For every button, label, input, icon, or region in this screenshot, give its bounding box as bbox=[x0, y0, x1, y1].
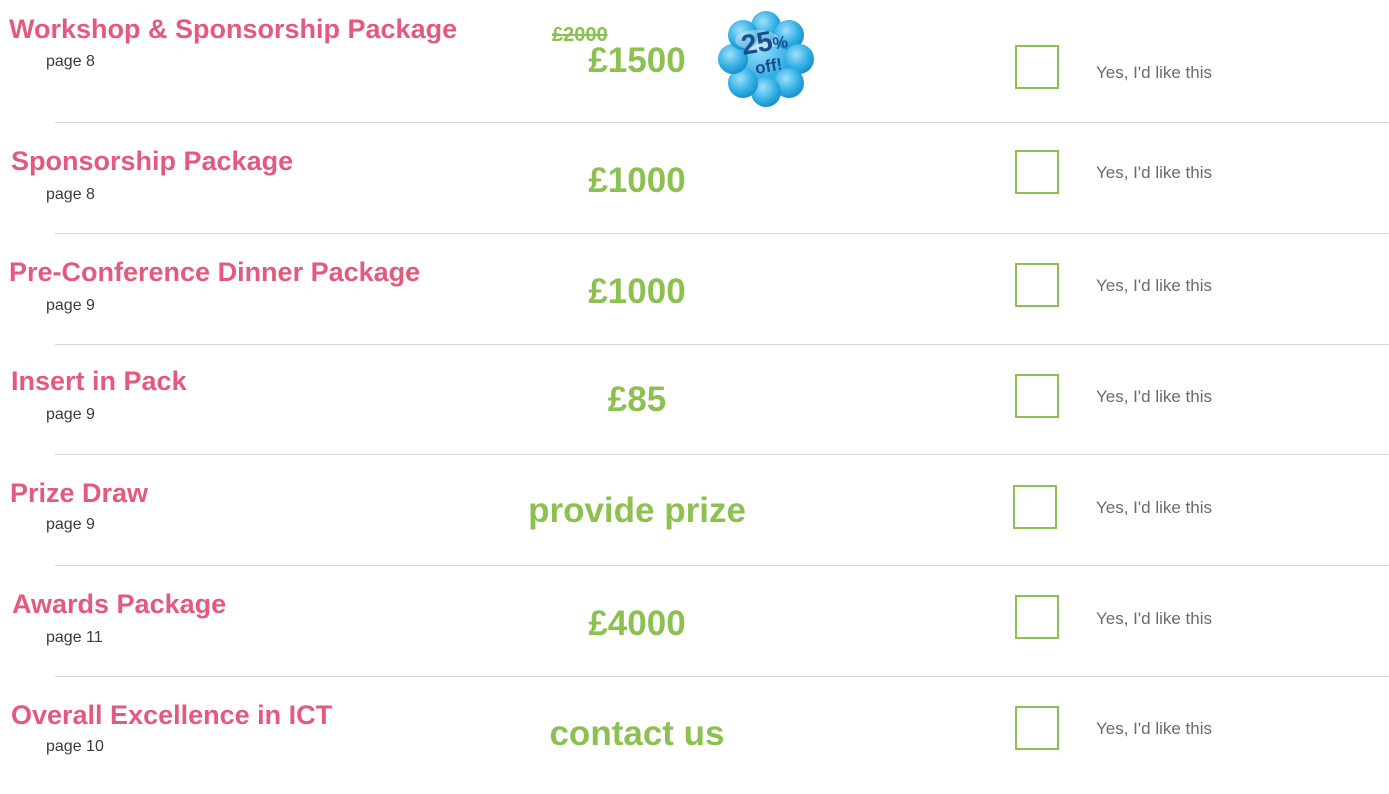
package-row-prize-draw: Prize Draw page 9 provide prize Yes, I'd… bbox=[0, 462, 1389, 572]
row-divider bbox=[55, 676, 1389, 677]
package-row-overall-excellence-ict: Overall Excellence in ICT page 10 contac… bbox=[0, 684, 1389, 794]
page-reference: page 11 bbox=[46, 629, 103, 646]
package-title: Prize Draw bbox=[10, 478, 149, 508]
package-row-awards: Awards Package page 11 £4000 Yes, I'd li… bbox=[0, 573, 1389, 683]
package-option-label: Yes, I'd like this bbox=[1096, 609, 1213, 628]
package-price: £85 bbox=[607, 380, 667, 419]
package-checkbox[interactable] bbox=[1015, 45, 1059, 89]
page-reference: page 8 bbox=[46, 53, 95, 70]
package-option-label: Yes, I'd like this bbox=[1096, 163, 1213, 182]
package-title: Awards Package bbox=[12, 589, 227, 619]
page-reference: page 10 bbox=[46, 738, 104, 755]
package-row-sponsorship: Sponsorship Package page 8 £1000 Yes, I'… bbox=[0, 130, 1389, 240]
package-title: Insert in Pack bbox=[11, 366, 187, 396]
row-divider bbox=[55, 454, 1389, 455]
discount-badge: 25% off! bbox=[717, 10, 815, 108]
package-checkbox[interactable] bbox=[1015, 374, 1059, 418]
page-reference: page 8 bbox=[46, 186, 95, 203]
package-option-label: Yes, I'd like this bbox=[1096, 276, 1213, 295]
package-row-workshop-sponsorship: Workshop & Sponsorship Package page 8 £2… bbox=[0, 10, 1389, 120]
package-price: £1000 bbox=[588, 161, 686, 200]
package-checkbox[interactable] bbox=[1015, 595, 1059, 639]
row-divider bbox=[55, 344, 1389, 345]
row-divider bbox=[55, 122, 1389, 123]
package-title: Pre-Conference Dinner Package bbox=[9, 257, 421, 287]
package-checkbox[interactable] bbox=[1015, 150, 1059, 194]
page-reference: page 9 bbox=[46, 406, 95, 423]
package-price: contact us bbox=[549, 714, 725, 753]
package-row-pre-conference-dinner: Pre-Conference Dinner Package page 9 £10… bbox=[0, 241, 1389, 351]
row-divider bbox=[55, 233, 1389, 234]
package-price: £1000 bbox=[588, 272, 686, 311]
package-option-label: Yes, I'd like this bbox=[1096, 719, 1213, 738]
package-title: Workshop & Sponsorship Package bbox=[9, 14, 458, 44]
package-checkbox[interactable] bbox=[1015, 263, 1059, 307]
package-option-label: Yes, I'd like this bbox=[1096, 498, 1213, 517]
package-row-insert-in-pack: Insert in Pack page 9 £85 Yes, I'd like … bbox=[0, 352, 1389, 462]
package-checkbox[interactable] bbox=[1015, 706, 1059, 750]
package-price: provide prize bbox=[528, 491, 746, 530]
package-option-label: Yes, I'd like this bbox=[1096, 387, 1213, 406]
package-checkbox[interactable] bbox=[1013, 485, 1057, 529]
percent-sign: % bbox=[771, 32, 790, 54]
package-title: Overall Excellence in ICT bbox=[11, 700, 333, 730]
page-reference: page 9 bbox=[46, 516, 95, 533]
row-divider bbox=[55, 565, 1389, 566]
page-reference: page 9 bbox=[46, 297, 95, 314]
package-title: Sponsorship Package bbox=[11, 146, 294, 176]
package-price: £4000 bbox=[588, 604, 686, 643]
package-option-label: Yes, I'd like this bbox=[1096, 63, 1213, 82]
